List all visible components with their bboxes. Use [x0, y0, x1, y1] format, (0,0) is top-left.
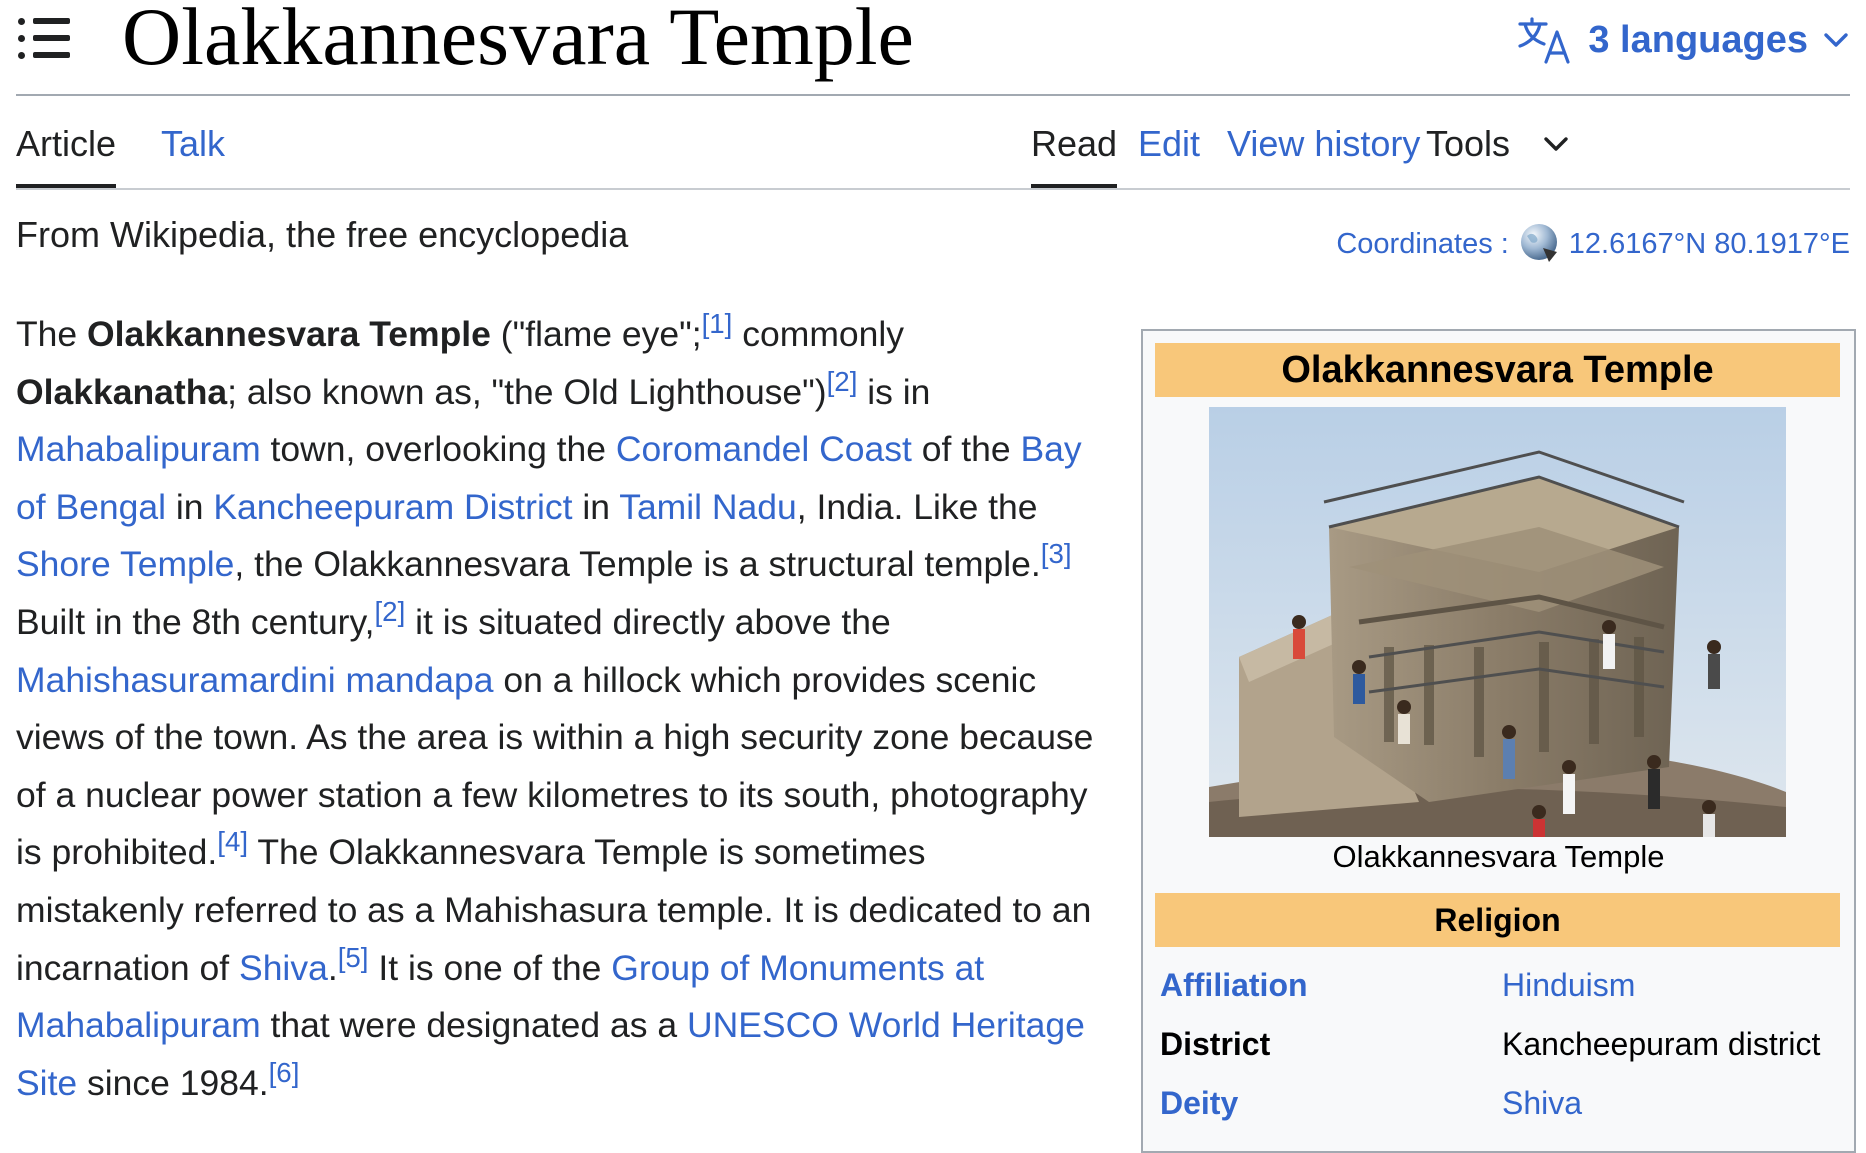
bold-alt-name: Olakkanatha	[16, 371, 228, 412]
infobox-label-affiliation[interactable]: Affiliation	[1160, 956, 1308, 1014]
infobox-label-district: District	[1160, 1026, 1271, 1062]
link-shiva[interactable]: Shiva	[239, 948, 328, 988]
link-mahishasuramardini-mandapa[interactable]: Mahishasuramardini mandapa	[16, 660, 494, 700]
tab-read[interactable]: Read	[1031, 122, 1118, 189]
menu-icon	[18, 18, 70, 25]
tabs-divider	[16, 188, 1850, 190]
languages-label[interactable]: 3 languages	[1588, 19, 1808, 62]
link-shore-temple[interactable]: Shore Temple	[16, 544, 234, 584]
article-lead-paragraph: The Olakkannesvara Temple ("flame eye";[…	[16, 308, 1094, 1103]
reference-link[interactable]: [6]	[269, 1057, 300, 1088]
tools-label[interactable]: Tools	[1426, 123, 1510, 164]
site-tagline: From Wikipedia, the free encyclopedia	[16, 214, 629, 255]
infobox-section-header: Religion	[1155, 893, 1840, 947]
page-tabs: Article Talk Read Edit View history Tool…	[16, 104, 1850, 190]
header-divider	[16, 94, 1850, 96]
infobox-value-affiliation[interactable]: Hinduism	[1502, 956, 1635, 1014]
tab-talk[interactable]: Talk	[161, 122, 225, 166]
infobox-image-caption: Olakkannesvara Temple	[1332, 839, 1665, 874]
coordinates: Coordinates: 12.6167°N 80.1917°E	[1336, 222, 1850, 266]
link-coromandel-coast[interactable]: Coromandel Coast	[616, 429, 912, 469]
tab-view-history[interactable]: View history	[1227, 122, 1420, 166]
reference-link[interactable]: [5]	[338, 942, 369, 973]
language-icon	[1518, 17, 1570, 64]
infobox-title: Olakkannesvara Temple	[1155, 343, 1840, 397]
main-menu-button[interactable]	[18, 18, 70, 62]
infobox-value-deity[interactable]: Shiva	[1502, 1074, 1582, 1132]
bold-title: Olakkannesvara Temple	[87, 314, 491, 354]
infobox-row-deity: Deity Shiva	[1160, 1074, 1840, 1132]
coordinates-label[interactable]: Coordinates	[1336, 228, 1492, 261]
link-kancheepuram-district[interactable]: Kancheepuram District	[213, 487, 572, 527]
tools-menu[interactable]: Tools	[1426, 122, 1570, 166]
chevron-down-icon	[1544, 137, 1568, 151]
link-tamil-nadu[interactable]: Tamil Nadu	[619, 487, 797, 527]
infobox-label-deity[interactable]: Deity	[1160, 1074, 1238, 1132]
tab-edit[interactable]: Edit	[1138, 122, 1200, 166]
infobox-row-affiliation: Affiliation Hinduism	[1160, 956, 1840, 1014]
chevron-down-icon	[1824, 33, 1848, 47]
link-mahabalipuram[interactable]: Mahabalipuram	[16, 429, 261, 469]
infobox-value-district: Kancheepuram district	[1502, 1026, 1821, 1062]
reference-link[interactable]: [1]	[702, 308, 733, 339]
globe-icon[interactable]	[1517, 222, 1561, 266]
temple-photo[interactable]	[1209, 407, 1786, 837]
reference-link[interactable]: [2]	[827, 366, 858, 397]
coordinates-value-link[interactable]: 12.6167°N 80.1917°E	[1569, 228, 1850, 261]
page-title: Olakkannesvara Temple	[122, 0, 914, 82]
tab-article[interactable]: Article	[16, 122, 117, 189]
reference-link[interactable]: [2]	[374, 596, 405, 627]
language-selector-button[interactable]: 3 languages	[1516, 14, 1850, 66]
reference-link[interactable]: [3]	[1041, 539, 1072, 570]
infobox: Olakkannesvara Temple Olakkannesvara Tem…	[1141, 329, 1856, 1153]
reference-link[interactable]: [4]	[217, 827, 248, 858]
infobox-row-district: District Kancheepuram district	[1160, 1015, 1840, 1073]
